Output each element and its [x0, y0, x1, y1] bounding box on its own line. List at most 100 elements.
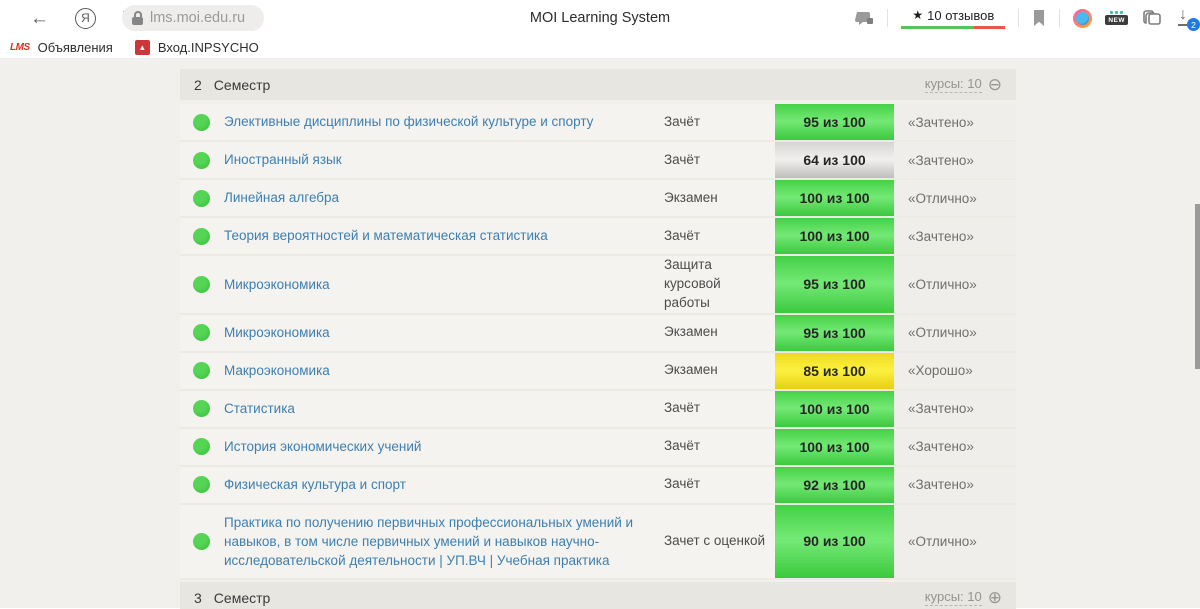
status-dot-icon — [193, 438, 210, 455]
lock-icon — [132, 11, 143, 25]
course-row: История экономических учений Зачёт 100 и… — [180, 429, 1016, 467]
status-dot-icon — [193, 152, 210, 169]
course-row: Практика по получению первичных професси… — [180, 505, 1016, 580]
divider — [1018, 9, 1019, 27]
grade-text: «Зачтено» — [894, 104, 1016, 140]
course-row: Линейная алгебра Экзамен 100 из 100 «Отл… — [180, 180, 1016, 218]
exam-type: Зачёт — [664, 437, 775, 456]
course-link[interactable]: Теория вероятностей и математическая ста… — [224, 228, 548, 243]
courses-count-link[interactable]: курсы: 10 — [925, 589, 982, 606]
new-extension-icon[interactable]: NEW — [1105, 11, 1128, 25]
status-dot-icon — [193, 400, 210, 417]
grade-text: «Зачтено» — [894, 467, 1016, 503]
course-link[interactable]: История экономических учений — [224, 439, 421, 454]
score-badge: 95 из 100 — [775, 104, 894, 140]
grade-text: «Хорошо» — [894, 353, 1016, 389]
course-row: Физическая культура и спорт Зачёт 92 из … — [180, 467, 1016, 505]
course-link[interactable]: Линейная алгебра — [224, 190, 339, 205]
bookmarks-bar: LMS Объявления ▲ Вход.INPSYCHO — [0, 36, 1200, 59]
bookmark-lms-announcements[interactable]: LMS Объявления — [10, 40, 113, 55]
course-link[interactable]: Практика по получению первичных професси… — [224, 515, 633, 568]
inpsycho-crest-icon: ▲ — [135, 40, 150, 55]
score-badge: 85 из 100 — [775, 353, 894, 389]
star-icon: ★ — [912, 8, 923, 22]
course-link[interactable]: Макроэкономика — [224, 363, 330, 378]
grade-text: «Зачтено» — [894, 429, 1016, 465]
score-badge: 64 из 100 — [775, 142, 894, 178]
course-row: Иностранный язык Зачёт 64 из 100 «Зачтен… — [180, 142, 1016, 180]
course-link[interactable]: Физическая культура и спорт — [224, 477, 406, 492]
status-dot-icon — [193, 276, 210, 293]
lms-logo-icon: LMS — [10, 42, 30, 53]
grade-text: «Зачтено» — [894, 142, 1016, 178]
score-badge: 100 из 100 — [775, 391, 894, 427]
bookmark-inpsycho[interactable]: ▲ Вход.INPSYCHO — [135, 40, 259, 55]
semester-board: 2 Семестр курсы: 10 ⊖ Элективные дисципл… — [180, 69, 1016, 609]
exam-type: Зачет с оценкой — [664, 532, 775, 551]
exam-type: Зачёт — [664, 227, 775, 246]
collections-icon[interactable] — [1141, 9, 1163, 27]
grade-text: «Зачтено» — [894, 218, 1016, 254]
back-icon[interactable]: ← — [30, 9, 49, 28]
course-link[interactable]: Элективные дисциплины по физической куль… — [224, 114, 593, 129]
score-badge: 95 из 100 — [775, 256, 894, 313]
course-row: Статистика Зачёт 100 из 100 «Зачтено» — [180, 391, 1016, 429]
course-row: Элективные дисциплины по физической куль… — [180, 104, 1016, 142]
course-link[interactable]: Иностранный язык — [224, 152, 342, 167]
rating-bar — [901, 26, 1005, 29]
exam-type: Зачёт — [664, 113, 775, 132]
divider — [887, 9, 888, 27]
semester-3-header: 3 Семестр курсы: 10 ⊕ — [180, 582, 1016, 609]
downloads-badge: 2 — [1187, 18, 1200, 31]
status-dot-icon — [193, 114, 210, 131]
score-badge: 100 из 100 — [775, 218, 894, 254]
exam-type: Экзамен — [664, 323, 775, 342]
yandex-home-icon[interactable]: Я — [75, 8, 96, 29]
downloads-icon[interactable]: ↓ 2 — [1176, 7, 1196, 29]
scrollbar-thumb[interactable] — [1195, 204, 1200, 369]
course-link[interactable]: Микроэкономика — [224, 277, 330, 292]
address-bar[interactable]: lms.moi.edu.ru — [122, 5, 264, 31]
course-link[interactable]: Микроэкономика — [224, 325, 330, 340]
grade-text: «Отлично» — [894, 505, 1016, 578]
divider — [1059, 9, 1060, 27]
chat-icon[interactable] — [854, 9, 874, 27]
course-row: Теория вероятностей и математическая ста… — [180, 218, 1016, 256]
grade-text: «Отлично» — [894, 180, 1016, 216]
score-badge: 100 из 100 — [775, 180, 894, 216]
score-badge: 92 из 100 — [775, 467, 894, 503]
courses-count-link[interactable]: курсы: 10 — [925, 76, 982, 93]
lms-page: 2 Семестр курсы: 10 ⊖ Элективные дисципл… — [0, 59, 1200, 608]
status-dot-icon — [193, 228, 210, 245]
expand-icon[interactable]: ⊕ — [988, 589, 1002, 606]
grade-text: «Отлично» — [894, 256, 1016, 313]
exam-type: Защита курсовой работы — [664, 256, 775, 313]
course-row: Микроэкономика Экзамен 95 из 100 «Отличн… — [180, 315, 1016, 353]
score-badge: 95 из 100 — [775, 315, 894, 351]
url-text: lms.moi.edu.ru — [150, 10, 245, 26]
exam-type: Зачёт — [664, 399, 775, 418]
grade-text: «Зачтено» — [894, 391, 1016, 427]
browser-toolbar: ← Я ↻ lms.moi.edu.ru MOI Learning System… — [0, 0, 1200, 36]
status-dot-icon — [193, 190, 210, 207]
exam-type: Зачёт — [664, 151, 775, 170]
course-row: Микроэкономика Защита курсовой работы 95… — [180, 256, 1016, 315]
status-dot-icon — [193, 533, 210, 550]
score-badge: 90 из 100 — [775, 505, 894, 578]
semester-2-header: 2 Семестр курсы: 10 ⊖ — [180, 69, 1016, 100]
exam-type: Экзамен — [664, 189, 775, 208]
exam-type: Зачёт — [664, 475, 775, 494]
course-link[interactable]: Статистика — [224, 401, 295, 416]
collapse-icon[interactable]: ⊖ — [988, 76, 1002, 93]
status-dot-icon — [193, 324, 210, 341]
score-badge: 100 из 100 — [775, 429, 894, 465]
site-rating[interactable]: ★ 10 отзывов — [901, 8, 1005, 29]
reviews-label: 10 отзывов — [927, 8, 994, 23]
status-dot-icon — [193, 362, 210, 379]
browser-extension-icon[interactable] — [1073, 9, 1092, 28]
grade-text: «Отлично» — [894, 315, 1016, 351]
course-row: Макроэкономика Экзамен 85 из 100 «Хорошо… — [180, 353, 1016, 391]
status-dot-icon — [193, 476, 210, 493]
bookmark-icon[interactable] — [1032, 9, 1046, 27]
semester-rows: Элективные дисциплины по физической куль… — [180, 104, 1016, 580]
